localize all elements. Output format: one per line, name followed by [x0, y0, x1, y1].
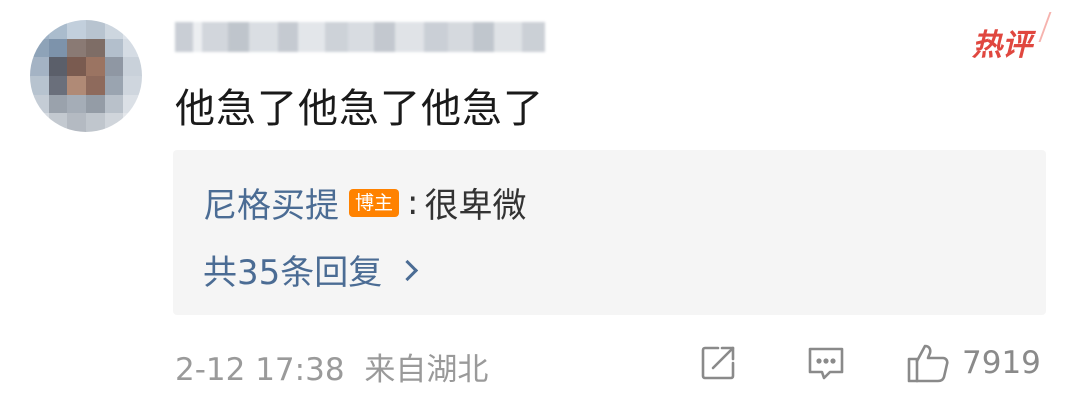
- reply-content: 很卑微: [424, 186, 527, 226]
- comment-button[interactable]: [806, 343, 846, 383]
- reply-line: 尼格买提 博主 : 很卑微: [203, 178, 526, 227]
- avatar[interactable]: [30, 20, 142, 132]
- like-count: 7919: [962, 345, 1041, 381]
- comment-icon: [808, 347, 844, 380]
- comment-timestamp: 2-12 17:38: [175, 352, 345, 388]
- comment-meta: 2-12 17:38 来自湖北: [175, 344, 488, 389]
- chevron-right-icon: [397, 259, 419, 282]
- comment-text: 他急了他急了他急了: [175, 86, 544, 132]
- comment-location: 来自湖北: [364, 352, 489, 388]
- blogger-badge: 博主: [349, 188, 400, 217]
- share-button[interactable]: [698, 343, 738, 383]
- hot-comment-badge: 热评: [972, 20, 1032, 64]
- username-pixelated[interactable]: [175, 22, 545, 52]
- thumbs-up-icon: [907, 344, 949, 383]
- reply-preview-box[interactable]: 尼格买提 博主 : 很卑微 共35条回复: [173, 150, 1046, 315]
- like-button[interactable]: 7919: [906, 343, 1041, 383]
- reply-count-label: 共35条回复: [203, 253, 383, 293]
- reply-username[interactable]: 尼格买提: [203, 178, 339, 227]
- view-replies-link[interactable]: 共35条回复: [203, 245, 419, 294]
- reply-colon: :: [407, 182, 419, 223]
- share-icon: [701, 346, 735, 380]
